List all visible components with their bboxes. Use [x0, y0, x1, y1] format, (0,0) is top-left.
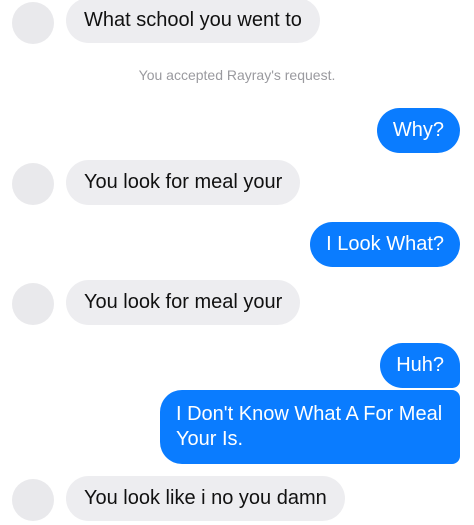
outgoing-message[interactable]: Why? [376, 108, 460, 153]
incoming-message[interactable]: What school you went to [66, 0, 320, 43]
incoming-message[interactable]: You look like i no you damn [66, 476, 345, 521]
incoming-message[interactable]: You look for meal your [66, 280, 301, 325]
outgoing-message[interactable]: I Don't Know What A For Meal Your Is. [160, 390, 460, 464]
outgoing-message[interactable]: I Look What? [310, 222, 460, 267]
outgoing-message[interactable]: Huh? [380, 343, 460, 388]
sender-avatar[interactable] [12, 479, 54, 521]
sender-avatar[interactable] [12, 2, 54, 44]
request-accepted-notice: You accepted Rayray's request. [138, 67, 336, 83]
incoming-message[interactable]: You look for meal your [66, 160, 301, 205]
sender-avatar[interactable] [12, 283, 54, 325]
sender-avatar[interactable] [12, 163, 54, 205]
